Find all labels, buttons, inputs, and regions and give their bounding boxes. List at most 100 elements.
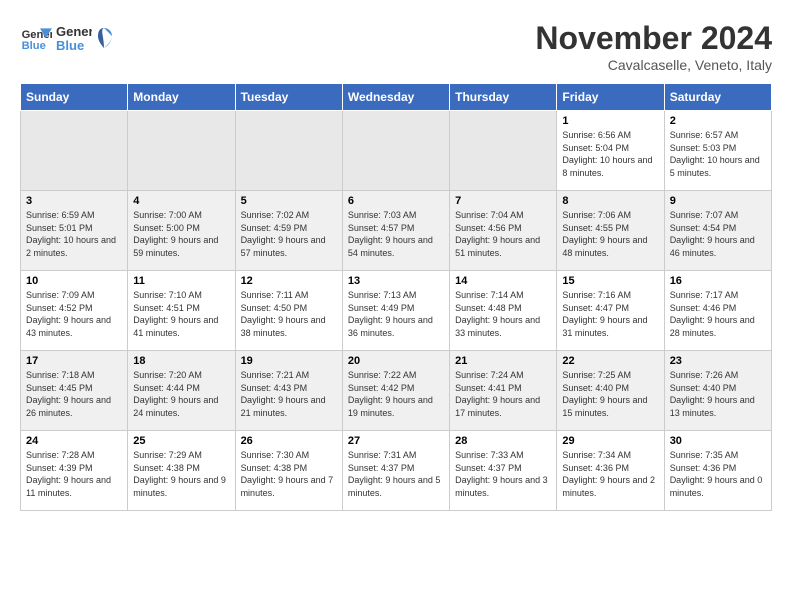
day-info: Sunrise: 6:59 AMSunset: 5:01 PMDaylight:…: [26, 209, 122, 259]
day-info: Sunrise: 7:06 AMSunset: 4:55 PMDaylight:…: [562, 209, 658, 259]
calendar-day-cell: 15 Sunrise: 7:16 AMSunset: 4:47 PMDayligh…: [557, 271, 664, 351]
calendar-day-cell: [128, 111, 235, 191]
day-number: 1: [562, 115, 658, 127]
day-number: 4: [133, 195, 229, 207]
calendar-week-row: 24 Sunrise: 7:28 AMSunset: 4:39 PMDayligh…: [21, 431, 772, 511]
calendar-week-row: 17Sunrise: 7:18 AMSunset: 4:45 PMDayligh…: [21, 351, 772, 431]
day-number: 27: [348, 435, 444, 447]
calendar-header-saturday: Saturday: [664, 84, 771, 111]
day-info: Sunrise: 7:13 AMSunset: 4:49 PMDaylight:…: [348, 289, 444, 339]
day-number: 24: [26, 435, 122, 447]
day-info: Sunrise: 6:56 AMSunset: 5:04 PMDaylight:…: [562, 129, 658, 179]
day-number: 11: [133, 275, 229, 287]
day-info: Sunrise: 7:18 AMSunset: 4:45 PMDaylight:…: [26, 369, 122, 419]
day-number: 20: [348, 355, 444, 367]
day-info: Sunrise: 7:33 AMSunset: 4:37 PMDaylight:…: [455, 449, 551, 499]
calendar-day-cell: 20 Sunrise: 7:22 AMSunset: 4:42 PMDayligh…: [342, 351, 449, 431]
calendar-day-cell: 19 Sunrise: 7:21 AMSunset: 4:43 PMDayligh…: [235, 351, 342, 431]
calendar-day-cell: [235, 111, 342, 191]
calendar-day-cell: [21, 111, 128, 191]
calendar-day-cell: 2Sunrise: 6:57 AMSunset: 5:03 PMDaylight…: [664, 111, 771, 191]
calendar-day-cell: 17Sunrise: 7:18 AMSunset: 4:45 PMDayligh…: [21, 351, 128, 431]
day-number: 23: [670, 355, 766, 367]
calendar-week-row: 1 Sunrise: 6:56 AMSunset: 5:04 PMDaylight…: [21, 111, 772, 191]
svg-text:Blue: Blue: [22, 40, 46, 52]
calendar-day-cell: 12 Sunrise: 7:11 AMSunset: 4:50 PMDayligh…: [235, 271, 342, 351]
calendar-day-cell: 16Sunrise: 7:17 AMSunset: 4:46 PMDayligh…: [664, 271, 771, 351]
calendar-day-cell: 29 Sunrise: 7:34 AMSunset: 4:36 PMDayligh…: [557, 431, 664, 511]
day-number: 16: [670, 275, 766, 287]
day-number: 8: [562, 195, 658, 207]
calendar-day-cell: 24 Sunrise: 7:28 AMSunset: 4:39 PMDayligh…: [21, 431, 128, 511]
day-number: 5: [241, 195, 337, 207]
day-number: 21: [455, 355, 551, 367]
calendar-header-monday: Monday: [128, 84, 235, 111]
calendar-day-cell: 10Sunrise: 7:09 AMSunset: 4:52 PMDayligh…: [21, 271, 128, 351]
calendar-table: SundayMondayTuesdayWednesdayThursdayFrid…: [20, 83, 772, 511]
month-title: November 2024: [535, 20, 772, 57]
calendar-day-cell: 28Sunrise: 7:33 AMSunset: 4:37 PMDayligh…: [450, 431, 557, 511]
day-info: Sunrise: 7:34 AMSunset: 4:36 PMDaylight:…: [562, 449, 658, 499]
day-info: Sunrise: 7:31 AMSunset: 4:37 PMDaylight:…: [348, 449, 444, 499]
day-number: 25: [133, 435, 229, 447]
calendar-week-row: 10Sunrise: 7:09 AMSunset: 4:52 PMDayligh…: [21, 271, 772, 351]
calendar-day-cell: 4 Sunrise: 7:00 AMSunset: 5:00 PMDaylight…: [128, 191, 235, 271]
logo-bird-icon: General Blue: [56, 20, 92, 56]
day-info: Sunrise: 7:16 AMSunset: 4:47 PMDaylight:…: [562, 289, 658, 339]
calendar-day-cell: 18Sunrise: 7:20 AMSunset: 4:44 PMDayligh…: [128, 351, 235, 431]
calendar-day-cell: 1 Sunrise: 6:56 AMSunset: 5:04 PMDaylight…: [557, 111, 664, 191]
title-area: November 2024 Cavalcaselle, Veneto, Ital…: [535, 20, 772, 73]
day-info: Sunrise: 7:09 AMSunset: 4:52 PMDaylight:…: [26, 289, 122, 339]
day-info: Sunrise: 7:11 AMSunset: 4:50 PMDaylight:…: [241, 289, 337, 339]
calendar-day-cell: 7 Sunrise: 7:04 AMSunset: 4:56 PMDaylight…: [450, 191, 557, 271]
bird-shape-icon: [94, 26, 114, 50]
logo-icon: General Blue: [20, 22, 52, 54]
calendar-day-cell: 11Sunrise: 7:10 AMSunset: 4:51 PMDayligh…: [128, 271, 235, 351]
calendar-day-cell: 30 Sunrise: 7:35 AMSunset: 4:36 PMDayligh…: [664, 431, 771, 511]
day-info: Sunrise: 7:30 AMSunset: 4:38 PMDaylight:…: [241, 449, 337, 499]
day-info: Sunrise: 7:00 AMSunset: 5:00 PMDaylight:…: [133, 209, 229, 259]
day-info: Sunrise: 7:14 AMSunset: 4:48 PMDaylight:…: [455, 289, 551, 339]
day-number: 18: [133, 355, 229, 367]
calendar-header-thursday: Thursday: [450, 84, 557, 111]
day-info: Sunrise: 7:07 AMSunset: 4:54 PMDaylight:…: [670, 209, 766, 259]
page-header: General Blue General Blue November 2024 …: [20, 20, 772, 73]
calendar-day-cell: 22 Sunrise: 7:25 AMSunset: 4:40 PMDayligh…: [557, 351, 664, 431]
day-number: 19: [241, 355, 337, 367]
day-info: Sunrise: 7:22 AMSunset: 4:42 PMDaylight:…: [348, 369, 444, 419]
svg-text:General: General: [56, 24, 92, 39]
calendar-header-wednesday: Wednesday: [342, 84, 449, 111]
calendar-day-cell: 13Sunrise: 7:13 AMSunset: 4:49 PMDayligh…: [342, 271, 449, 351]
day-info: Sunrise: 7:25 AMSunset: 4:40 PMDaylight:…: [562, 369, 658, 419]
day-number: 30: [670, 435, 766, 447]
calendar-header-tuesday: Tuesday: [235, 84, 342, 111]
calendar-header-friday: Friday: [557, 84, 664, 111]
location: Cavalcaselle, Veneto, Italy: [535, 57, 772, 73]
day-info: Sunrise: 7:29 AMSunset: 4:38 PMDaylight:…: [133, 449, 229, 499]
day-number: 29: [562, 435, 658, 447]
day-info: Sunrise: 7:26 AMSunset: 4:40 PMDaylight:…: [670, 369, 766, 419]
day-info: Sunrise: 7:04 AMSunset: 4:56 PMDaylight:…: [455, 209, 551, 259]
day-info: Sunrise: 7:28 AMSunset: 4:39 PMDaylight:…: [26, 449, 122, 499]
day-number: 7: [455, 195, 551, 207]
day-info: Sunrise: 7:24 AMSunset: 4:41 PMDaylight:…: [455, 369, 551, 419]
day-info: Sunrise: 7:35 AMSunset: 4:36 PMDaylight:…: [670, 449, 766, 499]
day-info: Sunrise: 7:03 AMSunset: 4:57 PMDaylight:…: [348, 209, 444, 259]
calendar-week-row: 3Sunrise: 6:59 AMSunset: 5:01 PMDaylight…: [21, 191, 772, 271]
day-number: 22: [562, 355, 658, 367]
day-number: 6: [348, 195, 444, 207]
day-number: 14: [455, 275, 551, 287]
day-info: Sunrise: 7:02 AMSunset: 4:59 PMDaylight:…: [241, 209, 337, 259]
calendar-day-cell: 6 Sunrise: 7:03 AMSunset: 4:57 PMDaylight…: [342, 191, 449, 271]
svg-text:Blue: Blue: [56, 38, 84, 53]
calendar-day-cell: 26 Sunrise: 7:30 AMSunset: 4:38 PMDayligh…: [235, 431, 342, 511]
calendar-day-cell: 5 Sunrise: 7:02 AMSunset: 4:59 PMDaylight…: [235, 191, 342, 271]
calendar-day-cell: 25 Sunrise: 7:29 AMSunset: 4:38 PMDayligh…: [128, 431, 235, 511]
day-number: 2: [670, 115, 766, 127]
day-info: Sunrise: 7:21 AMSunset: 4:43 PMDaylight:…: [241, 369, 337, 419]
day-number: 9: [670, 195, 766, 207]
day-number: 12: [241, 275, 337, 287]
day-number: 26: [241, 435, 337, 447]
calendar-day-cell: 3Sunrise: 6:59 AMSunset: 5:01 PMDaylight…: [21, 191, 128, 271]
day-number: 15: [562, 275, 658, 287]
